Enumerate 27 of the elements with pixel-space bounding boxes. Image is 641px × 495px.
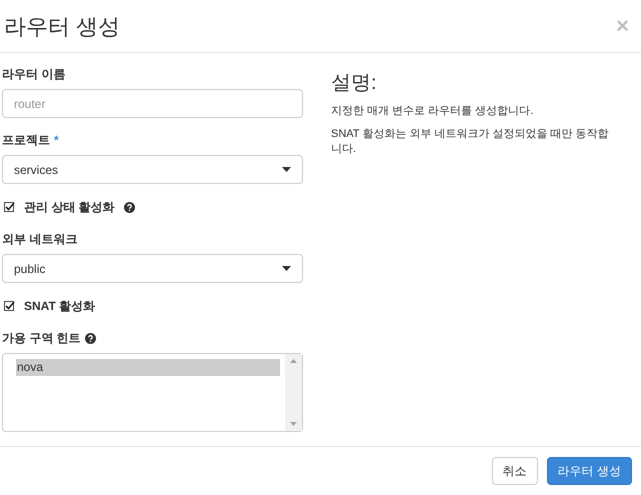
checkbox[interactable] bbox=[4, 300, 15, 312]
field-label: 외부 네트워크 bbox=[2, 231, 78, 248]
list-option[interactable]: nova bbox=[16, 359, 280, 376]
scroll-down-icon[interactable] bbox=[290, 422, 297, 426]
field-label: 가용 구역 힌트 bbox=[2, 330, 81, 347]
required-mark: * bbox=[54, 132, 59, 149]
checkbox-label: 관리 상태 활성화 bbox=[24, 199, 115, 216]
description-text: SNAT 활성화는 외부 네트워크가 설정되었을 때만 동작합니다. bbox=[331, 127, 610, 157]
checkbox-label: SNAT 활성화 bbox=[24, 298, 96, 315]
scrollbar[interactable] bbox=[285, 354, 302, 431]
caret-icon bbox=[282, 266, 291, 271]
field-label: 라우터 이름 bbox=[2, 66, 66, 83]
checkbox[interactable] bbox=[4, 202, 15, 212]
help-icon bbox=[84, 332, 96, 344]
caret-icon bbox=[282, 167, 291, 172]
cancel-button[interactable]: 취소 bbox=[492, 457, 538, 485]
scroll-up-icon[interactable] bbox=[290, 359, 297, 363]
select-field[interactable]: services bbox=[2, 155, 303, 184]
description-text: 지정한 매개 변수로 라우터를 생성합니다. bbox=[331, 104, 534, 119]
list-box[interactable]: nova bbox=[2, 353, 303, 432]
create-button[interactable]: 라우터 생성 bbox=[546, 457, 632, 485]
dialog-title: 라우터 생성 bbox=[4, 12, 120, 40]
help-icon bbox=[124, 202, 135, 212]
input-field[interactable]: router bbox=[2, 89, 303, 118]
description-heading: 설명: bbox=[331, 71, 378, 96]
field-label: 프로젝트 bbox=[2, 132, 50, 149]
select-field[interactable]: public bbox=[2, 254, 303, 283]
